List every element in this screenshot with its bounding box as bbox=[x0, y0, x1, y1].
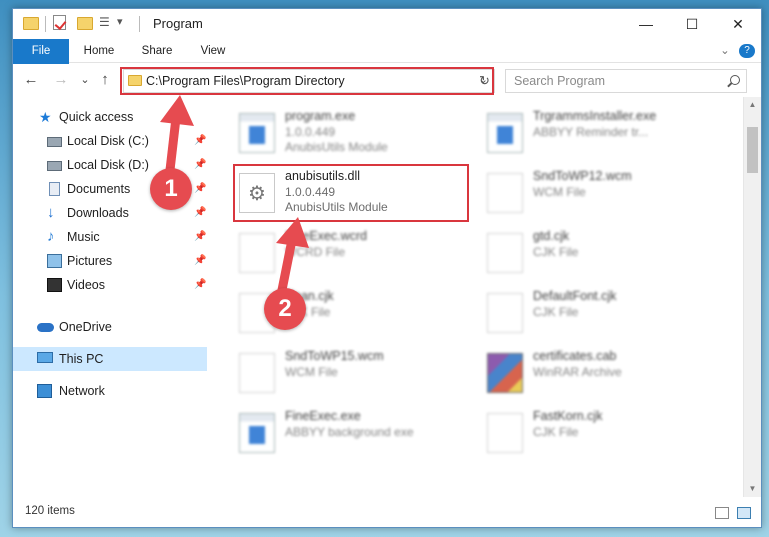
arrow-2 bbox=[276, 217, 309, 295]
step-2-badge: 2 bbox=[264, 288, 306, 330]
step-1-badge: 1 bbox=[150, 168, 192, 210]
arrow-1 bbox=[160, 95, 194, 175]
annotation-arrows bbox=[160, 95, 309, 295]
